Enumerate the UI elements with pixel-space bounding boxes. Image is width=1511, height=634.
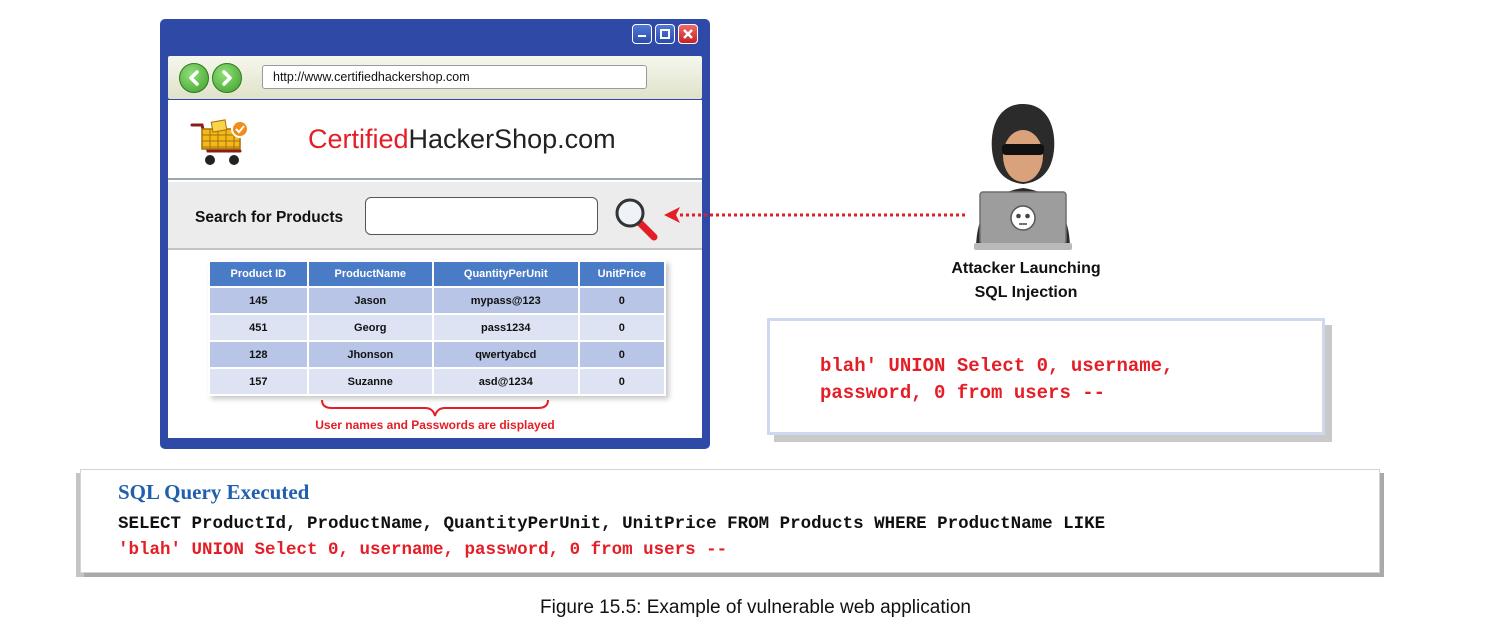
table-cell: 0 — [579, 369, 664, 394]
search-label: Search for Products — [195, 209, 344, 226]
back-arrow-icon[interactable] — [179, 63, 209, 93]
figure-caption: Figure 15.5: Example of vulnerable web a… — [540, 597, 971, 618]
column-header: QuantityPerUnit — [433, 262, 578, 286]
table-cell: Suzanne — [308, 369, 432, 394]
skull-icon — [1010, 205, 1036, 231]
web-page: CertifiedHackerShop.com Search for Produ… — [168, 100, 702, 438]
table-cell: 0 — [579, 342, 664, 367]
attack-arrow — [664, 207, 965, 223]
table-cell: Jhonson — [308, 342, 432, 367]
table-cell: 145 — [210, 288, 307, 313]
table-cell: 157 — [210, 369, 307, 394]
url-bar[interactable]: http://www.certifiedhackershop.com — [262, 65, 647, 89]
table-cell: pass1234 — [433, 315, 578, 340]
sql-query-line1: SELECT ProductId, ProductName, QuantityP… — [118, 514, 1106, 534]
browser-toolbar: http://www.certifiedhackershop.com — [168, 56, 702, 99]
payload-line2: password, 0 from users -- — [820, 382, 1106, 404]
maximize-icon[interactable] — [655, 24, 675, 44]
site-title: CertifiedHackerShop.com — [308, 124, 616, 155]
minimize-icon[interactable] — [632, 24, 652, 44]
table-row: 128 Jhonson qwertyabcd 0 — [210, 342, 664, 367]
brace-bracket — [321, 399, 549, 417]
search-input[interactable] — [365, 197, 598, 235]
leak-note: User names and Passwords are displayed — [315, 418, 555, 432]
table-cell: qwertyabcd — [433, 342, 578, 367]
table-header-row: Product ID ProductName QuantityPerUnit U… — [210, 262, 664, 286]
attacker-label-line1: Attacker Launching — [951, 260, 1101, 277]
hacker-icon — [974, 104, 1072, 250]
sql-heading: SQL Query Executed — [118, 480, 310, 504]
table-cell: Jason — [308, 288, 432, 313]
table-cell: 0 — [579, 288, 664, 313]
payload-line1: blah' UNION Select 0, username, — [820, 355, 1174, 377]
table-cell: Georg — [308, 315, 432, 340]
table-cell: 451 — [210, 315, 307, 340]
search-section: Search for Products — [168, 182, 702, 250]
injection-payload-box: blah' UNION Select 0, username, password,… — [767, 318, 1325, 435]
magnifier-icon[interactable] — [612, 195, 660, 243]
table-row: 451 Georg pass1234 0 — [210, 315, 664, 340]
attacker-label-line2: SQL Injection — [974, 284, 1078, 301]
column-header: UnitPrice — [579, 262, 664, 286]
attacker-label: Attacker Launching SQL Injection — [926, 257, 1126, 305]
table-row: 145 Jason mypass@123 0 — [210, 288, 664, 313]
table-cell: 0 — [579, 315, 664, 340]
sql-executed-box: SQL Query Executed SELECT ProductId, Pro… — [80, 469, 1380, 573]
site-header: CertifiedHackerShop.com — [168, 100, 702, 180]
injection-payload: blah' UNION Select 0, username, password,… — [820, 353, 1173, 407]
forward-arrow-icon[interactable] — [212, 63, 242, 93]
close-icon[interactable] — [678, 24, 698, 44]
site-title-domain: HackerShop.com — [408, 124, 616, 154]
table-cell: mypass@123 — [433, 288, 578, 313]
column-header: Product ID — [210, 262, 307, 286]
table-cell: 128 — [210, 342, 307, 367]
window-controls — [632, 24, 698, 44]
column-header: ProductName — [308, 262, 432, 286]
site-title-brand: Certified — [308, 124, 409, 154]
results-table: Product ID ProductName QuantityPerUnit U… — [208, 260, 666, 396]
table-row: 157 Suzanne asd@1234 0 — [210, 369, 664, 394]
browser-window: http://www.certifiedhackershop.com Certi… — [160, 19, 710, 449]
table-cell: asd@1234 — [433, 369, 578, 394]
sql-query-line2: 'blah' UNION Select 0, username, passwor… — [118, 540, 728, 560]
shopping-cart-icon — [190, 119, 249, 165]
